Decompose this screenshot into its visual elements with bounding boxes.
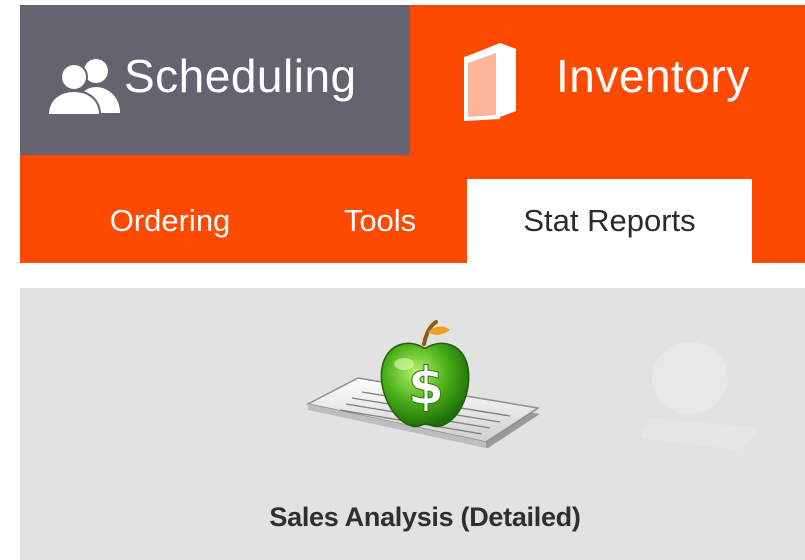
tab-scheduling-label: Scheduling [124,50,357,102]
apple-dollar-report-icon: $ [300,318,550,468]
subnav-bar: Ordering Tools Stat Reports [20,155,805,263]
users-icon [44,55,124,116]
report-label-sales-analysis: Sales Analysis (Detailed) [269,502,581,532]
book-icon [460,41,520,123]
tab-inventory-label: Inventory [556,50,750,102]
subtab-stat-reports[interactable]: Stat Reports [467,179,752,263]
subtab-ordering[interactable]: Ordering [90,179,250,263]
tab-scheduling[interactable]: Scheduling [20,5,410,155]
tab-inventory[interactable]: Inventory [410,5,805,155]
subtab-tools[interactable]: Tools [320,179,440,263]
watermark-graphic [620,328,770,458]
report-tile-sales-analysis[interactable]: $ Sales Analysis (Detailed) [220,318,630,538]
reports-panel: $ Sales Analysis (Detailed) [20,288,805,560]
